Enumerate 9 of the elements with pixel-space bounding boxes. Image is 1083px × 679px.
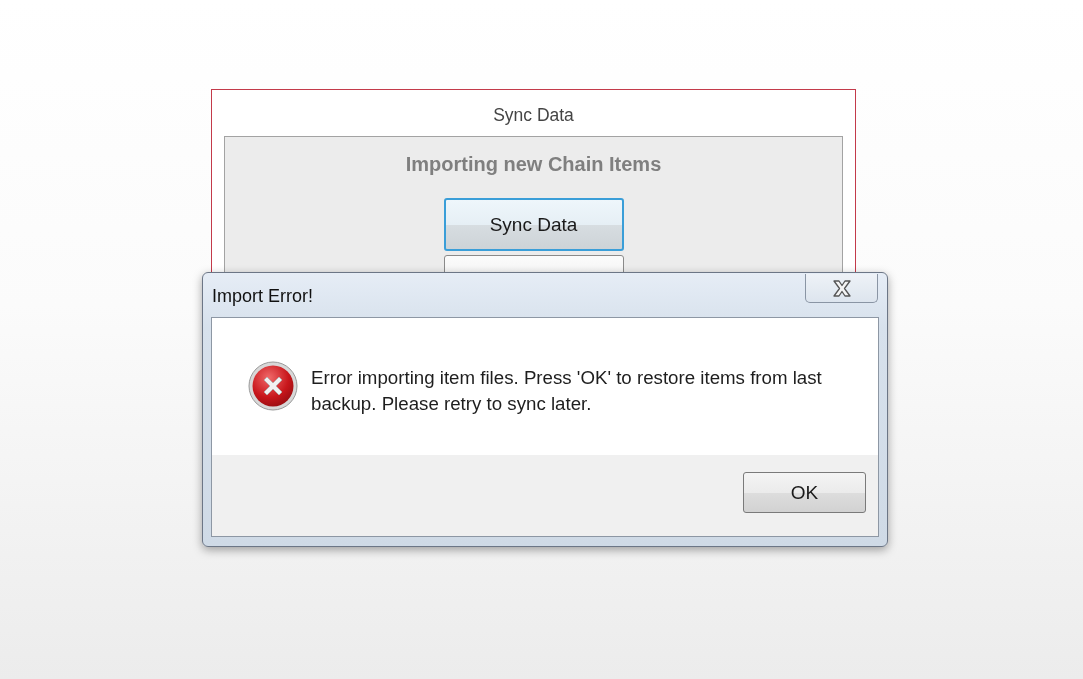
error-message: Error importing item files. Press 'OK' to restore items from last backup. Please retry to sync later.	[311, 366, 823, 416]
error-icon	[248, 361, 298, 411]
window-title: Sync Data	[493, 104, 574, 126]
ok-button[interactable]: OK	[743, 472, 866, 513]
panel-heading: Importing new Chain Items	[405, 152, 662, 176]
close-button[interactable]	[805, 274, 878, 303]
close-icon	[831, 279, 852, 297]
dialog-title: Import Error!	[212, 286, 313, 306]
sync-data-button[interactable]: Sync Data	[443, 198, 624, 251]
